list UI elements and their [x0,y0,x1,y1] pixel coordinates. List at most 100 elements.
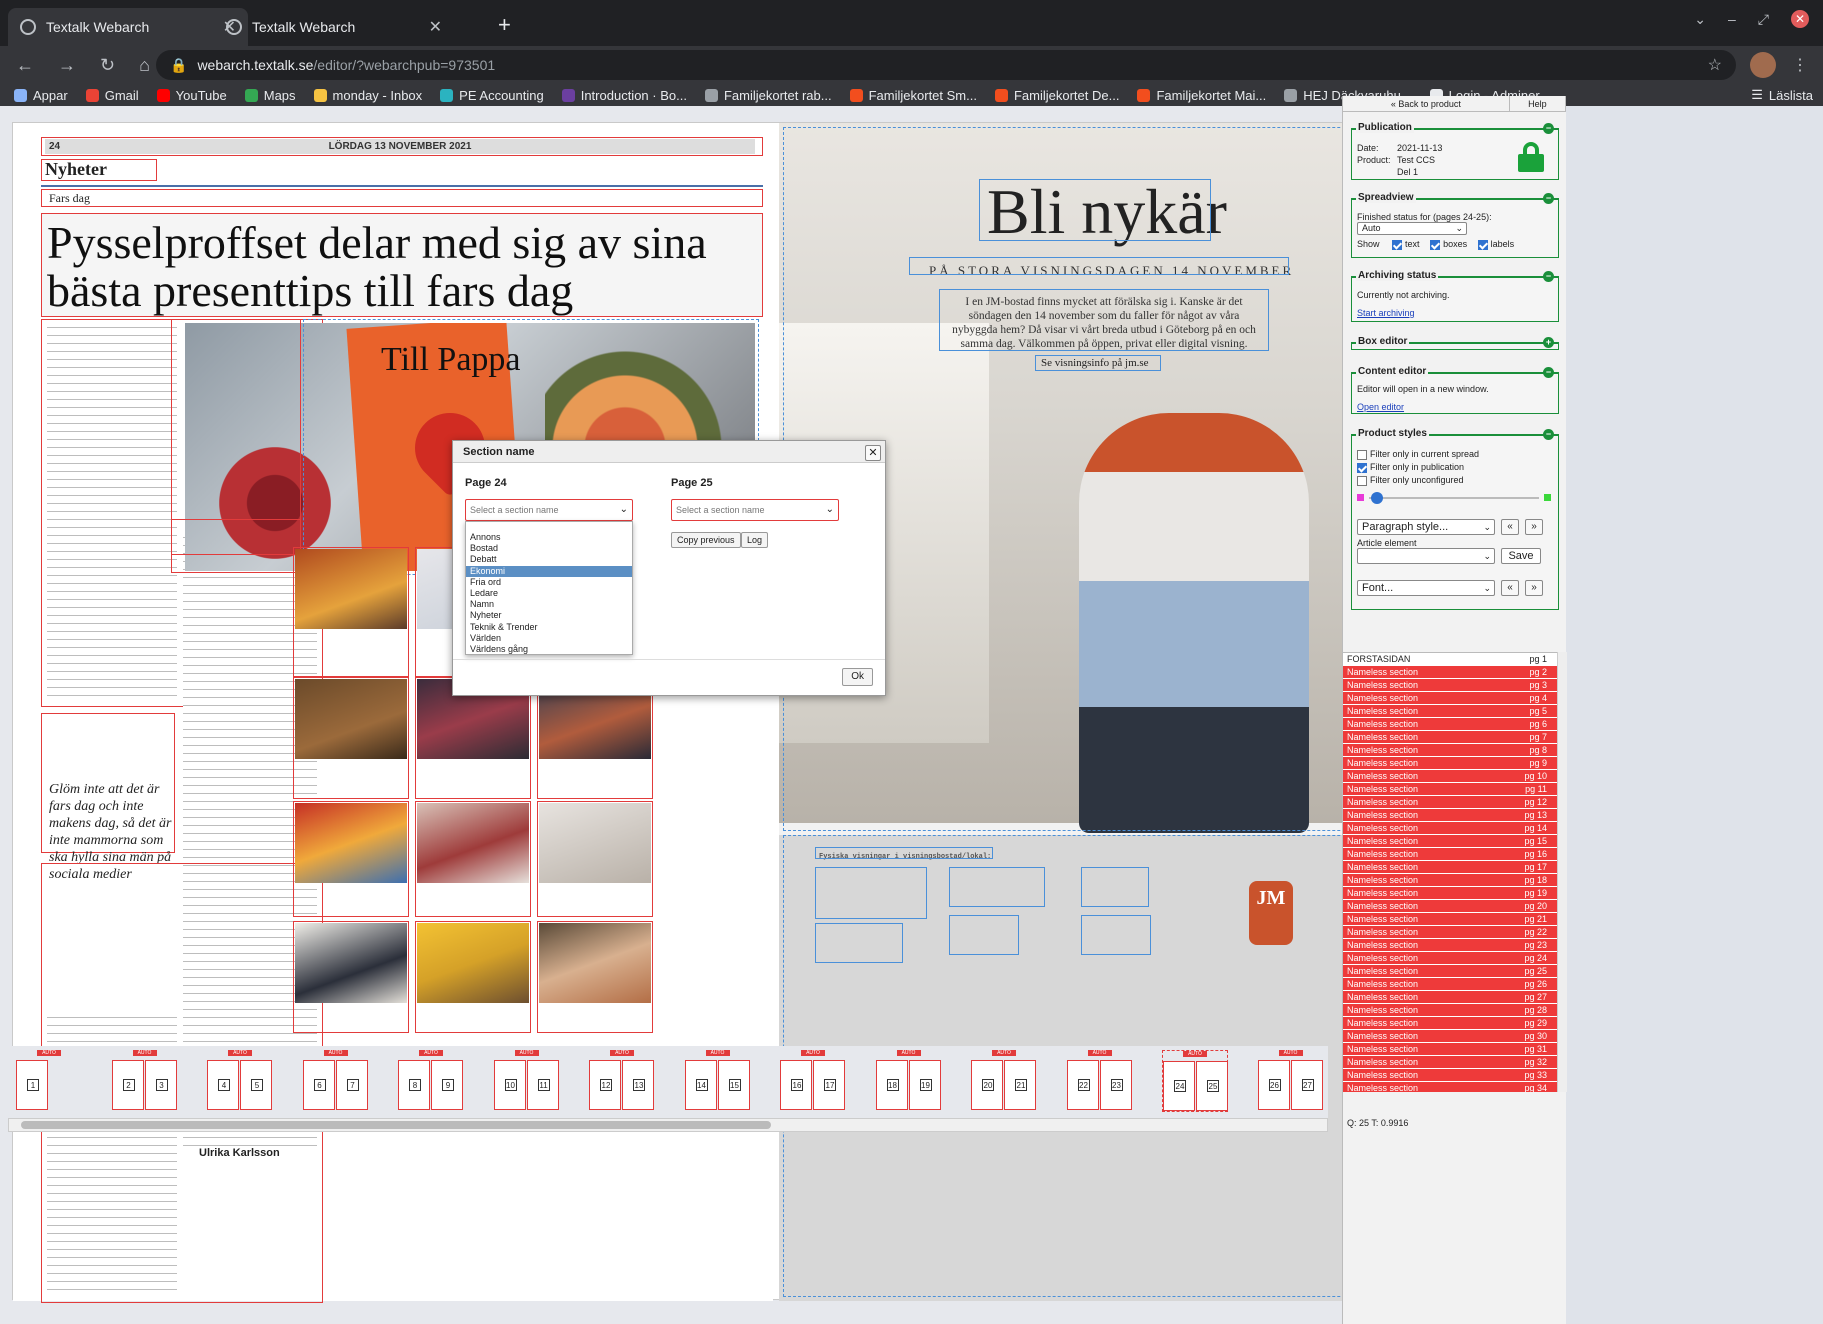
section-list-scrollbar[interactable] [1557,652,1567,1092]
section-list-item[interactable]: Nameless section pg 13 [1343,809,1557,822]
article-element-select[interactable]: ⌄ [1357,548,1495,564]
save-button[interactable]: Save [1501,548,1541,564]
section-list-item[interactable]: Nameless section pg 11 [1343,783,1557,796]
show-boxes-checkbox[interactable] [1430,239,1441,250]
bookmark-familjekortet-4[interactable]: Familjekortet Mai... [1137,88,1266,103]
page-24-section-select[interactable]: Select a section name ⌄ [465,499,633,521]
collapse-icon[interactable]: − [1543,429,1554,440]
forward-icon[interactable]: → [58,55,76,76]
headline-box[interactable] [41,213,763,317]
collapse-icon[interactable]: − [1543,123,1554,134]
bookmark-pe-accounting[interactable]: PE Accounting [440,88,544,103]
bookmark-familjekortet-1[interactable]: Familjekortet rab... [704,88,832,103]
back-icon[interactable]: ← [16,55,34,76]
image-box-9[interactable] [537,801,653,917]
bookmark-apps[interactable]: Appar [14,88,68,103]
spread-thumbnail[interactable]: AUTO 10 11 [493,1050,560,1112]
thumbnail-page[interactable]: 4 [207,1060,239,1110]
scrollbar-handle[interactable] [21,1121,771,1129]
minimize-icon[interactable]: – [1728,11,1736,27]
section-list-item[interactable]: Nameless section pg 14 [1343,822,1557,835]
bookmark-familjekortet-2[interactable]: Familjekortet Sm... [849,88,977,103]
option-namn[interactable]: Namn [466,599,632,610]
thumbnail-page[interactable]: 25 [1196,1061,1228,1111]
thumbnail-page[interactable]: 10 [493,1060,526,1110]
bookmark-gmail[interactable]: Gmail [85,88,139,103]
image-box-10[interactable] [293,921,409,1033]
section-list-item[interactable]: Nameless section pg 12 [1343,796,1557,809]
spread-thumbnail[interactable]: AUTO 26 27 [1257,1050,1324,1112]
thumbnail-page[interactable]: 23 [1099,1060,1132,1110]
filter-unconfigured-checkbox[interactable] [1357,475,1367,486]
new-tab-icon[interactable]: + [498,12,511,38]
home-icon[interactable]: ⌂ [139,55,150,76]
section-list-item[interactable]: Nameless section pg 30 [1343,1030,1557,1043]
section-list-item[interactable]: Nameless section pg 29 [1343,1017,1557,1030]
style-slider[interactable] [1357,491,1553,505]
reading-list[interactable]: ☰ Läslista [1741,84,1813,106]
section-list-item[interactable]: Nameless section pg 33 [1343,1069,1557,1082]
kicker-box[interactable] [41,189,763,207]
section-list-item[interactable]: Nameless section pg 32 [1343,1056,1557,1069]
section-list-item[interactable]: Nameless section pg 27 [1343,991,1557,1004]
thumbnail-page[interactable]: 18 [875,1060,908,1110]
thumbnail-page[interactable]: 19 [908,1060,941,1110]
thumbnail-page[interactable]: 6 [302,1060,335,1110]
thumbnail-page[interactable]: 13 [622,1060,654,1110]
option-nyheter[interactable]: Nyheter [466,610,632,621]
section-list-item[interactable]: Nameless section pg 28 [1343,1004,1557,1017]
section-list-item[interactable]: Nameless section pg 4 [1343,692,1557,705]
prev-font-button[interactable]: « [1501,580,1519,596]
close-window-icon[interactable]: ✕ [1791,10,1809,28]
menu-icon[interactable]: ⋮ [1792,55,1808,75]
option-ledare[interactable]: Ledare [466,588,632,599]
section-list-item[interactable]: Nameless section pg 8 [1343,744,1557,757]
section-list-item[interactable]: Nameless section pg 31 [1343,1043,1557,1056]
thumbnail-page[interactable]: 12 [589,1060,621,1110]
log-button[interactable]: Log [741,532,769,548]
section-list-item[interactable]: Nameless section pg 19 [1343,887,1557,900]
help-button[interactable]: Help [1510,96,1566,111]
start-archiving-link[interactable]: Start archiving [1357,308,1553,318]
show-text-checkbox[interactable] [1392,239,1403,250]
section-list-item[interactable]: Nameless section pg 25 [1343,965,1557,978]
copy-previous-button[interactable]: Copy previous [671,532,741,548]
spread-thumbnail[interactable]: AUTO 4 5 [207,1050,273,1112]
option-ekonomi[interactable]: Ekonomi [466,565,632,577]
prev-style-button[interactable]: « [1501,519,1519,535]
next-style-button[interactable]: » [1525,519,1543,535]
thumbnail-page[interactable]: 9 [431,1060,463,1110]
section-box[interactable] [41,159,157,181]
option-annons[interactable]: Annons [466,532,632,543]
thumbnail-page[interactable]: 16 [780,1060,812,1110]
filter-current-spread-checkbox[interactable] [1357,449,1367,460]
thumbnail-page[interactable]: 5 [240,1060,272,1110]
restore-icon[interactable]: ⤢ [1758,11,1769,28]
next-font-button[interactable]: » [1525,580,1543,596]
thumbnail-page[interactable]: 26 [1257,1060,1290,1110]
bookmark-introduction[interactable]: Introduction · Bo... [561,88,687,103]
spread-thumbnail[interactable]: AUTO 2 3 [111,1050,178,1112]
image-box-7[interactable] [293,801,409,917]
section-list-item[interactable]: Nameless section pg 20 [1343,900,1557,913]
thumbnail-page[interactable]: 3 [144,1060,177,1110]
section-list-item[interactable]: Nameless section pg 23 [1343,939,1557,952]
bookmark-youtube[interactable]: YouTube [156,88,227,103]
bookmark-maps[interactable]: Maps [244,88,296,103]
expand-icon[interactable]: + [1543,337,1554,348]
section-list-item[interactable]: Nameless section pg 26 [1343,978,1557,991]
tab-2[interactable]: Textalk Webarch ✕ [214,8,454,46]
option-debatt[interactable]: Debatt [466,554,632,565]
section-list-item[interactable]: Nameless section pg 10 [1343,770,1557,783]
close-icon[interactable]: ✕ [429,17,442,37]
show-labels-checkbox[interactable] [1477,239,1488,250]
section-list-item[interactable]: Nameless section pg 6 [1343,718,1557,731]
section-list-item[interactable]: Nameless section pg 16 [1343,848,1557,861]
ok-button[interactable]: Ok [842,668,873,686]
open-editor-link[interactable]: Open editor [1357,402,1553,412]
section-list-item[interactable]: Nameless section pg 18 [1343,874,1557,887]
spread-thumbnail[interactable]: AUTO 20 21 [971,1050,1037,1112]
option-varldens-gang[interactable]: Världens gång [466,644,632,655]
thumbnail-page[interactable]: 15 [717,1060,750,1110]
section-list-item[interactable]: Nameless section pg 2 [1343,666,1557,679]
